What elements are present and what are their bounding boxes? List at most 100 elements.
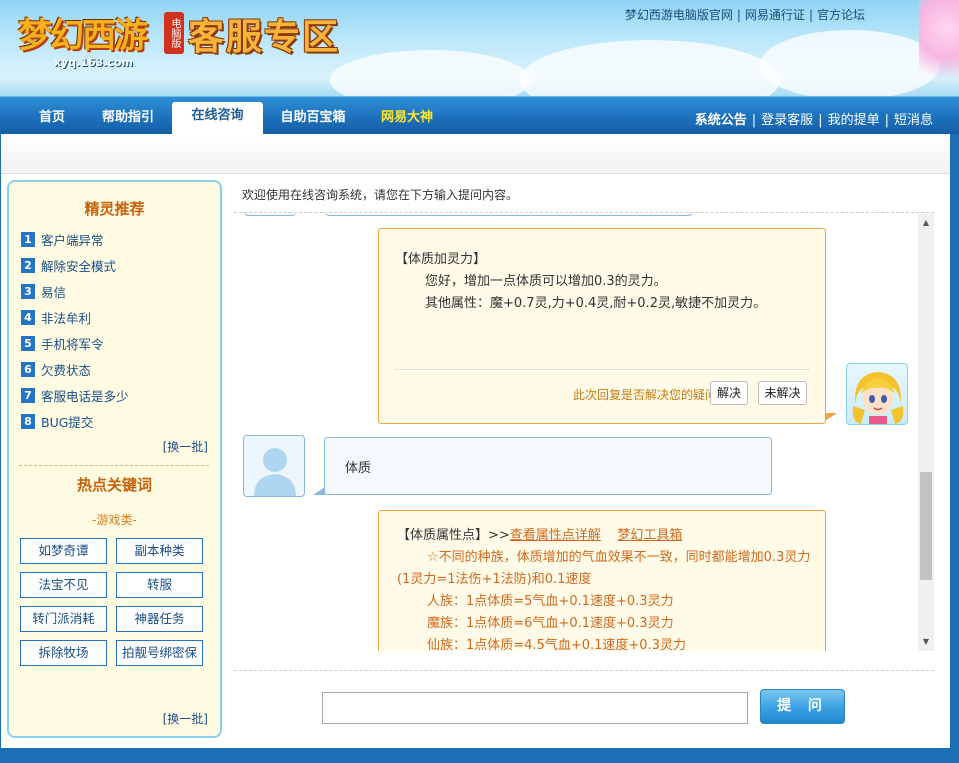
my-tickets-link[interactable]: 我的提单 — [828, 113, 880, 128]
reply-content: 【体质加灵力】 您好，增加一点体质可以增加0.3的灵力。 其他属性：魔+0.7灵… — [395, 249, 766, 315]
tab-help[interactable]: 帮助指引 — [94, 107, 162, 135]
separator: | — [818, 113, 823, 128]
item-number: 2 — [21, 257, 35, 273]
keyword-button[interactable]: 副本种类 — [116, 538, 203, 564]
recommend-item[interactable]: 4 非法牟利 — [21, 304, 129, 330]
user-avatar — [243, 435, 305, 497]
reply-line: 魔族：1点体质=6气血+0.1速度+0.3灵力 — [427, 616, 674, 631]
unsolved-button[interactable]: 未解决 — [758, 381, 807, 405]
tab-home[interactable]: 首页 — [28, 107, 76, 135]
user-message-bubble: 体质 — [313, 437, 772, 495]
logo-url: xyq.163.com — [54, 56, 133, 69]
reply-title: 【体质加灵力】 — [395, 252, 487, 267]
reply-content: 【体质属性点】>>查看属性点详解 梦幻工具箱 ☆不同的种族，体质增加的气血效果不… — [397, 525, 817, 651]
feedback-question: 此次回复是否解决您的疑问: — [572, 388, 721, 402]
nav-right-links: 系统公告 | 登录客服 | 我的提单 | 短消息 — [695, 109, 933, 128]
item-label: 手机将军令 — [41, 336, 104, 352]
keyword-button[interactable]: 法宝不见 — [20, 572, 107, 598]
recommend-item[interactable]: 2 解除安全模式 — [21, 252, 129, 278]
announcement-link[interactable]: 系统公告 — [695, 113, 747, 128]
logo-text: 梦幻西游 — [18, 16, 148, 56]
official-site-link[interactable]: 梦幻西游电脑版官网 — [625, 8, 733, 22]
fairy-avatar-icon — [852, 372, 904, 424]
keyword-button[interactable]: 神器任务 — [116, 606, 203, 632]
bottom-strip — [0, 748, 959, 763]
scroll-up-arrow-icon[interactable]: ▲ — [918, 216, 934, 230]
forum-link[interactable]: 官方论坛 — [817, 8, 865, 22]
service-avatar — [846, 363, 908, 425]
top-links: 梦幻西游电脑版官网 | 网易通行证 | 官方论坛 — [625, 6, 865, 23]
keyword-button[interactable]: 如梦奇谭 — [20, 538, 107, 564]
divider — [395, 369, 809, 370]
item-label: 客服电话是多少 — [41, 388, 129, 404]
bubble-pointer — [313, 487, 325, 495]
user-silhouette-icon — [254, 448, 296, 496]
recommend-item[interactable]: 5 手机将军令 — [21, 330, 129, 356]
keyword-button[interactable]: 拍靓号绑密保 — [116, 640, 203, 666]
recommend-list: 1 客户端异常 2 解除安全模式 3 易信 4 非法牟利 5 手机将军令 6 欠费状态 7客… — [21, 226, 129, 434]
divider — [19, 465, 209, 466]
category-label: -游戏类- — [92, 513, 137, 527]
solved-button[interactable]: 解决 — [710, 381, 748, 405]
partial-user-bubble — [324, 214, 694, 216]
recommend-item[interactable]: 8 BUG提交 — [21, 408, 129, 434]
sidebar: 精灵推荐 1 客户端异常 2 解除安全模式 3 易信 4 非法牟利 5 手机将军令 6 欠费… — [7, 180, 222, 738]
recommend-item[interactable]: 7 客服电话是多少 — [21, 382, 129, 408]
separator: | — [751, 113, 757, 128]
recommend-item[interactable]: 1 客户端异常 — [21, 226, 129, 252]
tab-online-consult[interactable]: 在线咨询 — [172, 102, 263, 135]
recommend-item[interactable]: 3 易信 — [21, 278, 129, 304]
reply-header: 【体质属性点】>>查看属性点详解 梦幻工具箱 — [397, 525, 817, 547]
ask-button[interactable]: 提 问 — [760, 689, 845, 724]
keyword-button[interactable]: 拆除牧场 — [20, 640, 107, 666]
toolbox-link[interactable]: 梦幻工具箱 — [617, 528, 682, 543]
hot-keywords-title: 热点关键词 — [76, 476, 152, 494]
chat-scrollbar[interactable]: ▲ ▼ — [918, 214, 934, 651]
scroll-down-arrow-icon[interactable]: ▼ — [918, 635, 934, 649]
keyword-grid: 如梦奇谭 副本种类 法宝不见 转服 转门派消耗 神器任务 拆除牧场 拍靓号绑密保 — [20, 538, 206, 666]
bubble-pointer — [825, 413, 837, 421]
refresh-keywords-link[interactable]: [换一批] — [163, 710, 208, 727]
reply-title: 【体质属性点】>> — [397, 528, 510, 543]
site-logo[interactable]: 梦幻西游 电脑版 xyq.163.com — [6, 4, 186, 69]
item-label: BUG提交 — [41, 414, 94, 430]
question-input[interactable] — [322, 692, 748, 724]
reply-line: ☆不同的种族，体质增加的气血效果不一致，同时都能增加0.3灵力(1灵力=1法伤+… — [397, 550, 811, 587]
item-number: 4 — [21, 309, 35, 325]
main-nav: 首页 帮助指引 在线咨询 自助百宝箱 网易大神 系统公告 | 登录客服 | 我的提单 | 短… — [0, 96, 959, 135]
sub-bar — [1, 134, 950, 174]
netease-pass-link[interactable]: 网易通行证 — [745, 8, 805, 22]
item-number: 7 — [21, 387, 35, 403]
cloud-decoration — [760, 30, 940, 96]
welcome-text: 欢迎使用在线咨询系统，请您在下方输入提问内容。 — [242, 188, 519, 202]
item-label: 解除安全模式 — [41, 258, 117, 274]
attribute-detail-link[interactable]: 查看属性点详解 — [510, 528, 601, 543]
site-header: 梦幻西游 电脑版 xyq.163.com 客服专区 梦幻西游电脑版官网 | 网易通行… — [0, 0, 959, 96]
item-number: 5 — [21, 335, 35, 351]
keyword-button[interactable]: 转服 — [116, 572, 203, 598]
item-number: 6 — [21, 361, 35, 377]
item-label: 易信 — [41, 284, 67, 300]
user-message-text: 体质 — [345, 461, 372, 476]
recommend-item[interactable]: 6 欠费状态 — [21, 356, 129, 382]
tab-self-service[interactable]: 自助百宝箱 — [272, 107, 354, 135]
cloud-decoration — [520, 40, 780, 96]
messages-link[interactable]: 短消息 — [894, 113, 933, 128]
chat-log[interactable]: 【体质加灵力】 您好，增加一点体质可以增加0.3的灵力。 其他属性：魔+0.7灵… — [234, 214, 918, 651]
item-number: 1 — [21, 231, 35, 247]
item-number: 3 — [21, 283, 35, 299]
tab-netease-dashen[interactable]: 网易大神 — [372, 107, 442, 135]
refresh-recommend-link[interactable]: [换一批] — [163, 438, 208, 455]
login-service-link[interactable]: 登录客服 — [761, 113, 813, 128]
service-reply-bubble: 【体质加灵力】 您好，增加一点体质可以增加0.3的灵力。 其他属性：魔+0.7灵… — [378, 228, 837, 424]
reply-line: 您好，增加一点体质可以增加0.3的灵力。 — [425, 274, 667, 289]
keyword-button[interactable]: 转门派消耗 — [20, 606, 107, 632]
divider — [234, 670, 934, 671]
item-label: 客户端异常 — [41, 232, 104, 248]
item-label: 非法牟利 — [41, 310, 92, 326]
scroll-thumb[interactable] — [920, 472, 932, 580]
separator: | — [884, 113, 889, 128]
item-number: 8 — [21, 413, 35, 429]
item-label: 欠费状态 — [41, 362, 92, 378]
zone-title: 客服专区 — [188, 16, 341, 58]
